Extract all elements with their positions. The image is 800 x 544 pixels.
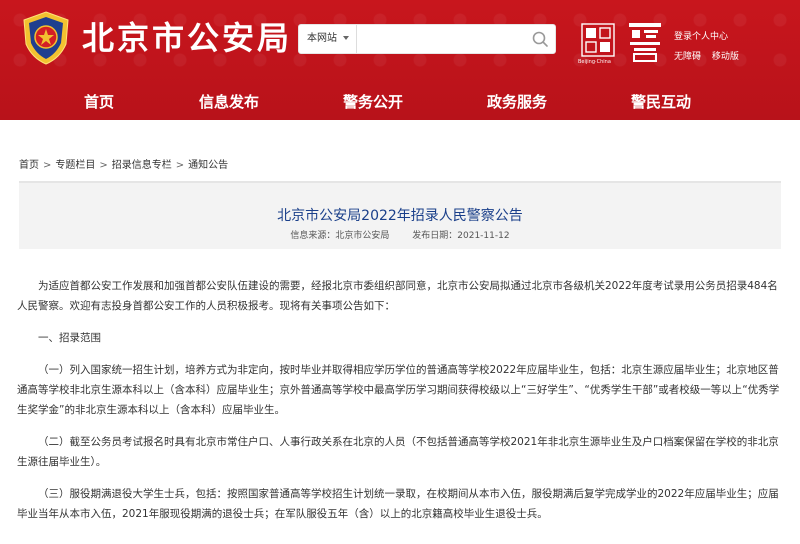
breadcrumb-recruit[interactable]: 招录信息专栏 [112, 160, 172, 171]
search-input[interactable] [359, 27, 519, 51]
nav-item-policing[interactable]: 警务公开 [318, 84, 428, 120]
search-icon[interactable] [531, 30, 549, 48]
article-body: 为适应首都公安工作发展和加强首都公安队伍建设的需要，经报北京市委组织部同意，北京… [17, 276, 783, 536]
nav-item-info[interactable]: 信息发布 [174, 84, 284, 120]
breadcrumb-separator: > [43, 160, 52, 171]
article-source: 信息来源：北京市公安局 [290, 231, 390, 241]
site-title[interactable]: 北京市公安局 [82, 16, 292, 60]
article-paragraph: 为适应首都公安工作发展和加强首都公安队伍建设的需要，经报北京市委组织部同意，北京… [17, 280, 778, 312]
nav-item-interaction[interactable]: 警民互动 [606, 84, 716, 120]
article-paragraph: （三）服役期满退役大学生士兵，包括：按照国家普通高等学校招生计划统一录取，在校期… [17, 488, 779, 520]
site-header: 北京市公安局 本网站 Beijing·China 登录个人中心 无障碍 移动版 … [0, 0, 800, 120]
article-title: 北京市公安局2022年招录人民警察公告 [277, 208, 523, 224]
article-date: 发布日期：2021-11-12 [412, 231, 510, 241]
section-heading: 一、招录范围 [38, 332, 101, 344]
top-links: 登录个人中心 无障碍 移动版 [674, 27, 747, 67]
mobile-link[interactable]: 移动版 [712, 52, 739, 62]
capital-logo-icon[interactable] [580, 22, 616, 58]
breadcrumb: 首页 > 专题栏目 > 招录信息专栏 > 通知公告 [19, 156, 228, 171]
article-paragraph: （二）截至公务员考试报名时具有北京市常住户口、人事行政关系在北京的人员（不包括普… [17, 436, 779, 468]
breadcrumb-topics[interactable]: 专题栏目 [55, 160, 95, 171]
article-title-box: 北京市公安局2022年招录人民警察公告 信息来源：北京市公安局 发布日期：202… [19, 181, 781, 249]
login-link[interactable]: 登录个人中心 [674, 27, 747, 47]
breadcrumb-separator: > [99, 160, 108, 171]
article-paragraph: （一）列入国家统一招生计划，培养方式为非定向，按时毕业并取得相应学历学位的普通高… [17, 364, 780, 416]
breadcrumb-notices[interactable]: 通知公告 [188, 160, 228, 171]
search-scope-select[interactable]: 本网站 [299, 25, 357, 53]
breadcrumb-separator: > [175, 160, 185, 171]
nav-item-services[interactable]: 政务服务 [462, 84, 572, 120]
top-links-row: 无障碍 移动版 [674, 47, 747, 67]
main-nav: 首页 信息发布 警务公开 政务服务 警民互动 [0, 84, 800, 120]
article-meta: 信息来源：北京市公安局 发布日期：2021-11-12 [19, 228, 781, 241]
capital-logo-caption: Beijing·China [578, 59, 611, 65]
search-box: 本网站 [298, 24, 556, 54]
accessible-link[interactable]: 无障碍 [674, 52, 701, 62]
police-character-logo-icon[interactable] [626, 20, 664, 64]
nav-item-home[interactable]: 首页 [44, 84, 154, 120]
search-scope-label: 本网站 [307, 33, 337, 44]
police-emblem-icon[interactable] [20, 10, 72, 66]
chevron-down-icon [343, 36, 349, 40]
breadcrumb-home[interactable]: 首页 [19, 160, 39, 171]
